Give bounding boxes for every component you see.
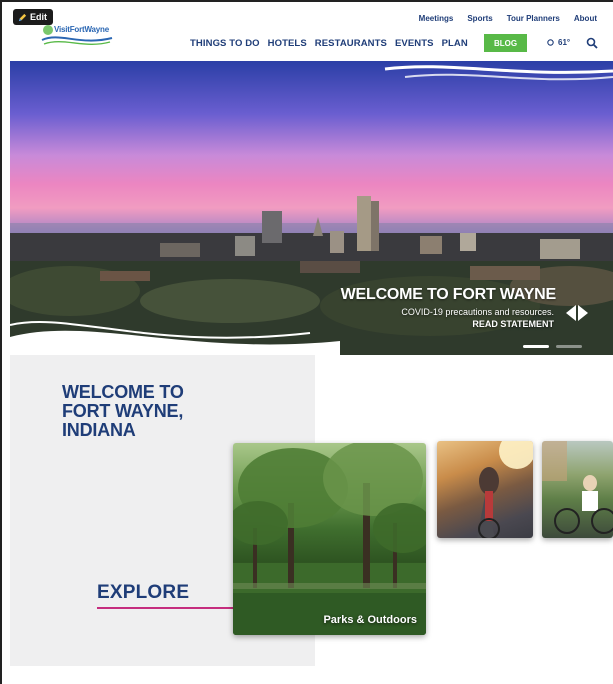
sun-icon — [547, 39, 554, 46]
util-nav-about[interactable]: About — [574, 14, 597, 23]
carousel-arrows — [566, 305, 590, 321]
hero-banner: WELCOME TO FORT WAYNE COVID-19 precautio… — [10, 61, 613, 355]
explore-underline — [97, 607, 245, 609]
cyclists-photo-image — [542, 441, 613, 534]
arrow-left-icon[interactable] — [566, 305, 576, 321]
nav-things-to-do[interactable]: THINGS TO DO — [190, 38, 260, 49]
parks-photo-image — [233, 443, 426, 635]
search-icon[interactable] — [586, 37, 598, 49]
explore-heading: EXPLORE — [97, 582, 190, 603]
nav-restaurants[interactable]: RESTAURANTS — [315, 38, 387, 49]
nav-plan[interactable]: PLAN — [442, 38, 468, 49]
hero-title: WELCOME TO FORT WAYNE — [340, 286, 557, 303]
nav-events[interactable]: EVENTS — [395, 38, 434, 49]
card-cyclists-park[interactable] — [542, 441, 613, 538]
pencil-icon — [18, 13, 27, 21]
read-statement-link[interactable]: READ STATEMENT — [472, 319, 554, 329]
nav-hotels[interactable]: HOTELS — [268, 38, 307, 49]
edit-badge[interactable]: Edit — [13, 9, 53, 25]
weather-widget[interactable]: 61° — [546, 38, 570, 47]
logo-text: VisitFortWayne — [54, 25, 109, 34]
carousel-dot-2[interactable] — [556, 345, 582, 348]
utility-nav: Meetings Sports Tour Planners About — [419, 14, 597, 23]
card-label: Parks & Outdoors — [323, 614, 417, 626]
hero-subtitle: COVID-19 precautions and resources. — [401, 307, 554, 317]
card-parks-outdoors[interactable]: Parks & Outdoors — [233, 443, 426, 635]
main-nav: THINGS TO DO HOTELS RESTAURANTS EVENTS P… — [190, 38, 468, 49]
weather-temp: 61° — [558, 38, 571, 47]
blog-button[interactable]: BLOG — [484, 34, 527, 52]
site-logo[interactable]: VisitFortWayne — [40, 22, 120, 48]
edit-label: Edit — [30, 12, 47, 22]
carousel-dot-1[interactable] — [523, 345, 549, 348]
util-nav-sports[interactable]: Sports — [467, 14, 492, 23]
card-biking-sunset[interactable] — [437, 441, 533, 538]
welcome-heading: WELCOME TO FORT WAYNE, INDIANA — [62, 382, 184, 440]
util-nav-meetings[interactable]: Meetings — [419, 14, 454, 23]
util-nav-tour-planners[interactable]: Tour Planners — [507, 14, 560, 23]
arrow-right-icon[interactable] — [578, 305, 588, 321]
site-header: VisitFortWayne Meetings Sports Tour Plan… — [10, 8, 613, 61]
cyclist-photo-image — [477, 441, 533, 538]
